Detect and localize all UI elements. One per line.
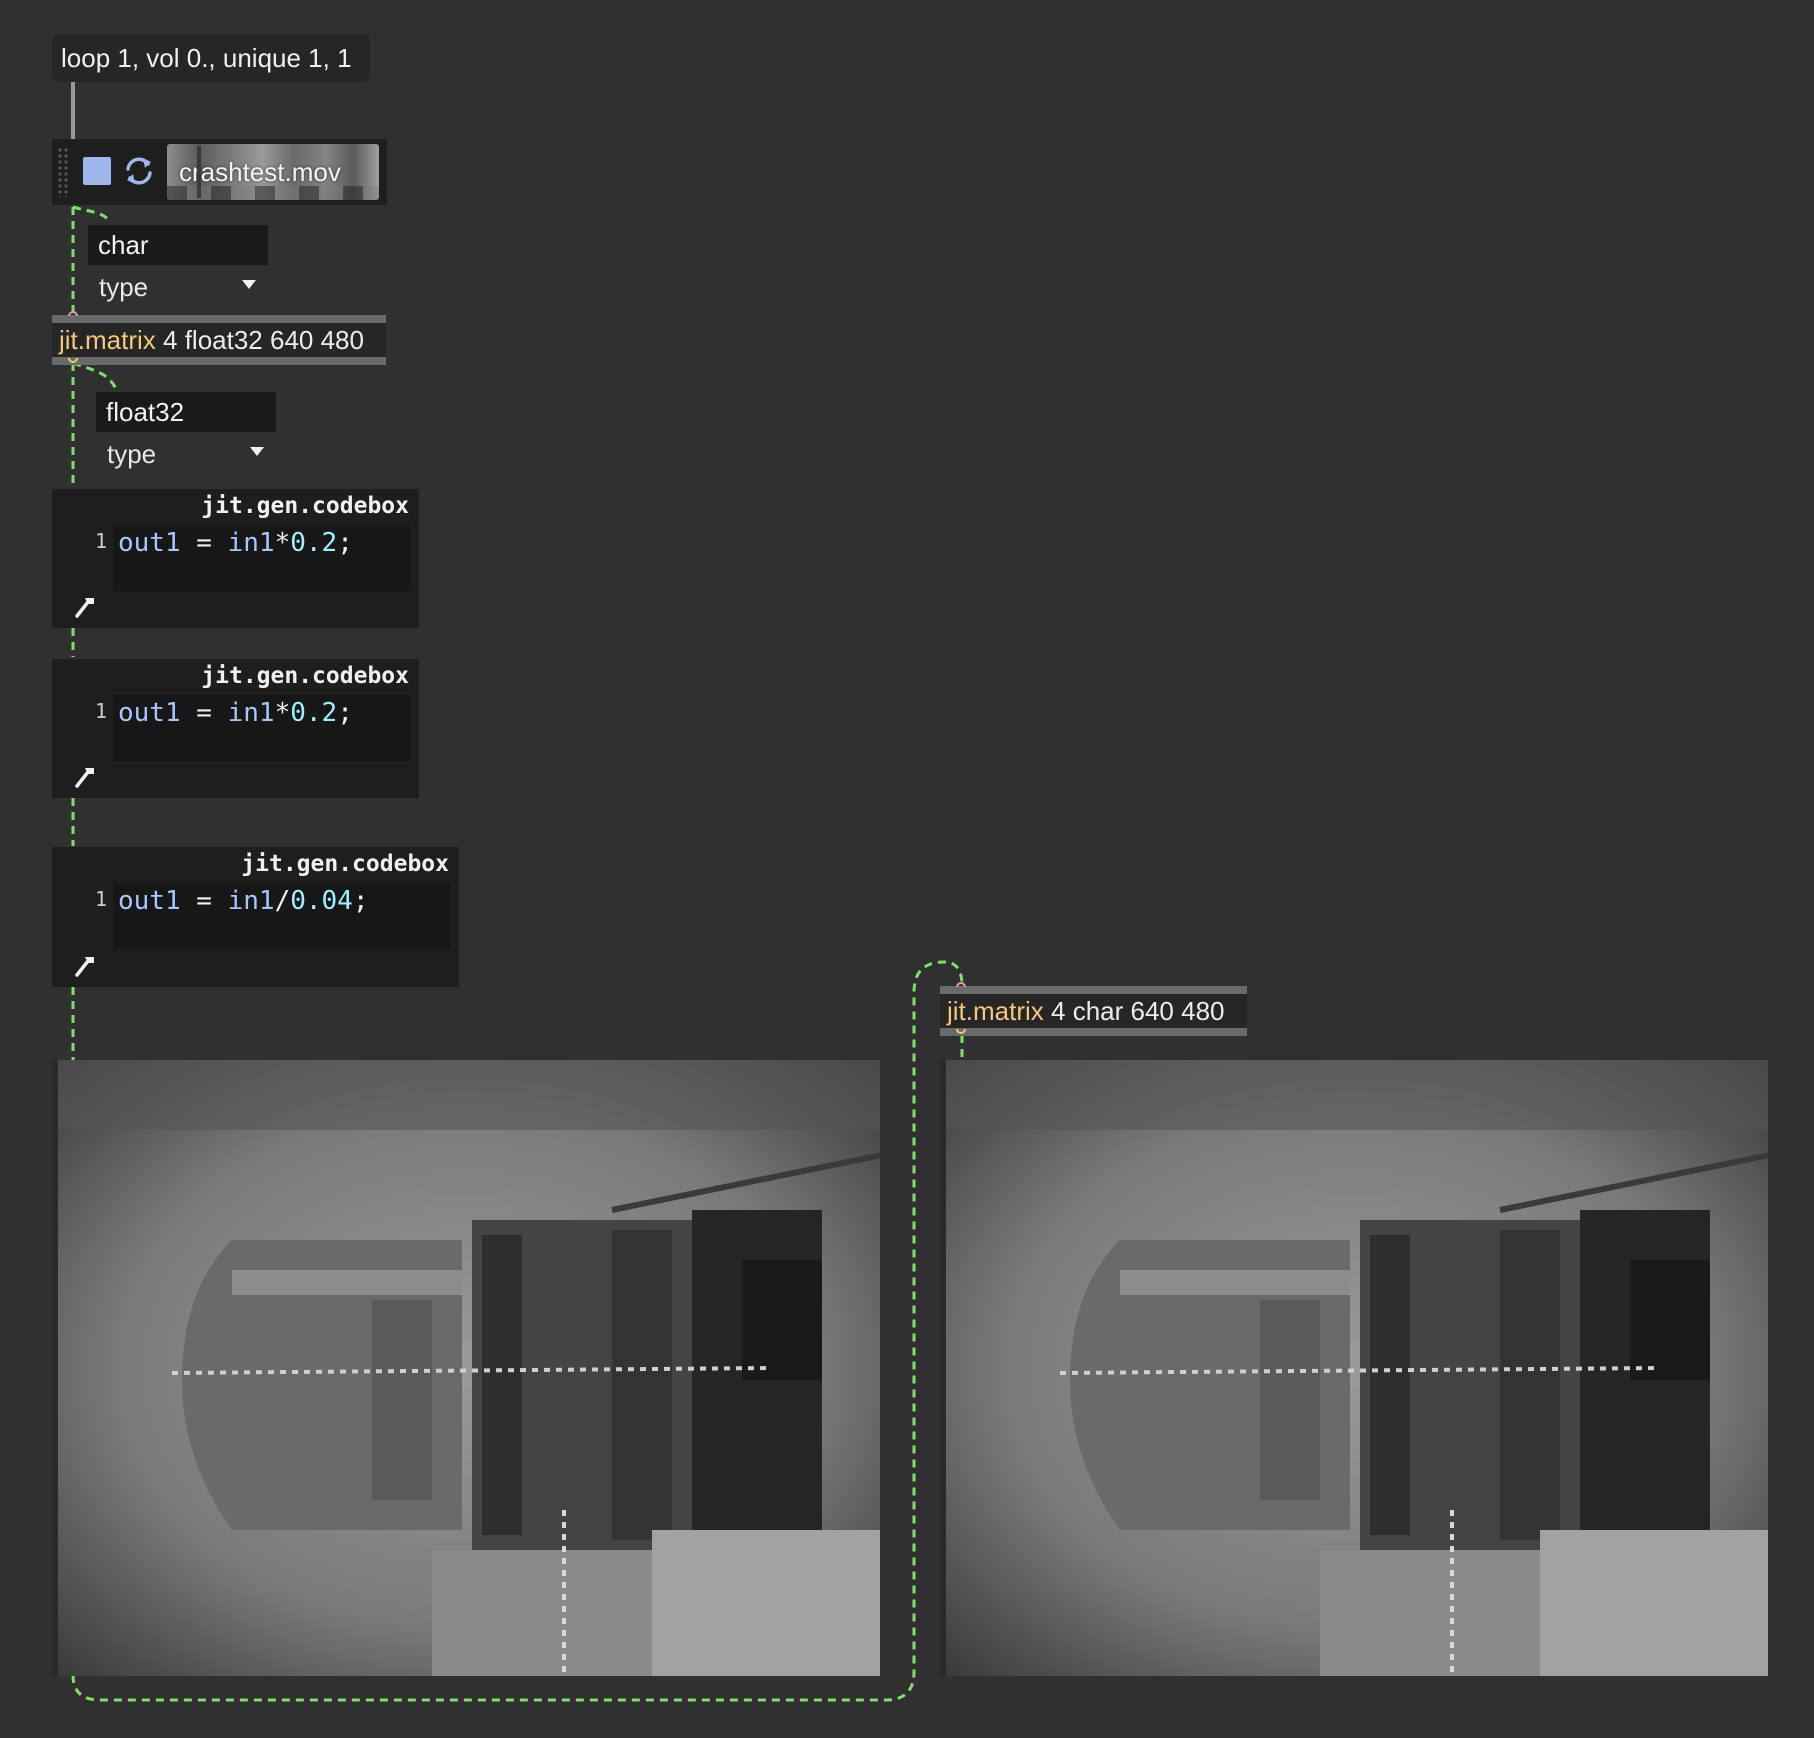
gen-codebox[interactable]: jit.gen.codebox 1 out1 = in1*0.2; xyxy=(52,489,419,628)
movie-player[interactable]: crashtest.mov xyxy=(52,139,387,205)
matrix-to-menu-cord xyxy=(72,361,118,390)
code-line: out1 = in1/0.04; xyxy=(118,886,369,916)
jit-matrix-char-object[interactable]: jit.matrix 4 char 640 480 xyxy=(940,986,1247,1036)
type-menu-float32[interactable]: float32 xyxy=(96,392,276,432)
object-class: jit.matrix xyxy=(947,996,1044,1026)
chevron-down-icon[interactable] xyxy=(250,447,264,456)
video-display-left[interactable] xyxy=(52,1060,880,1676)
movie-filename: crashtest.mov xyxy=(179,157,341,187)
inlet-port[interactable] xyxy=(68,311,78,316)
object-args: 4 float32 640 480 xyxy=(163,325,364,355)
video-frame xyxy=(940,1060,1768,1676)
type-menu-label: type xyxy=(99,272,149,302)
code-editor[interactable]: out1 = in1*0.2; xyxy=(113,695,411,761)
type-menu-char[interactable]: char xyxy=(88,225,268,265)
type-menu-label: type xyxy=(107,439,157,469)
code-editor[interactable]: out1 = in1*0.2; xyxy=(113,525,411,591)
inlet-port[interactable] xyxy=(956,982,966,987)
movie-filmstrip[interactable]: crashtest.mov xyxy=(167,144,379,200)
video-frame xyxy=(52,1060,880,1676)
player-to-menu-cord xyxy=(72,205,112,223)
codebox-title: jit.gen.codebox xyxy=(201,663,409,689)
codebox-title: jit.gen.codebox xyxy=(201,493,409,519)
compile-hammer-icon[interactable] xyxy=(72,594,98,620)
line-number: 1 xyxy=(95,887,108,911)
playhead[interactable] xyxy=(197,146,201,198)
video-display-right[interactable] xyxy=(940,1060,1768,1676)
compile-hammer-icon[interactable] xyxy=(72,953,98,979)
codebox-title: jit.gen.codebox xyxy=(241,851,449,877)
object-class: jit.matrix xyxy=(59,325,156,355)
code-line: out1 = in1*0.2; xyxy=(118,698,353,728)
loop-icon[interactable] xyxy=(120,152,158,190)
line-number: 1 xyxy=(95,699,108,723)
drag-handle-icon[interactable] xyxy=(57,147,69,197)
gen-codebox[interactable]: jit.gen.codebox 1 out1 = in1/0.04; xyxy=(52,847,459,987)
stop-button[interactable] xyxy=(83,157,111,185)
code-editor[interactable]: out1 = in1/0.04; xyxy=(113,883,450,949)
chevron-down-icon[interactable] xyxy=(242,280,256,289)
code-line: out1 = in1*0.2; xyxy=(118,528,353,558)
object-args: 4 char 640 480 xyxy=(1051,996,1225,1026)
loop-message-box[interactable]: loop 1, vol 0., unique 1, 1 xyxy=(52,34,370,82)
line-number: 1 xyxy=(95,529,108,553)
jit-matrix-float32-object[interactable]: jit.matrix 4 float32 640 480 xyxy=(52,315,386,365)
compile-hammer-icon[interactable] xyxy=(72,764,98,790)
gen-codebox[interactable]: jit.gen.codebox 1 out1 = in1*0.2; xyxy=(52,659,419,798)
